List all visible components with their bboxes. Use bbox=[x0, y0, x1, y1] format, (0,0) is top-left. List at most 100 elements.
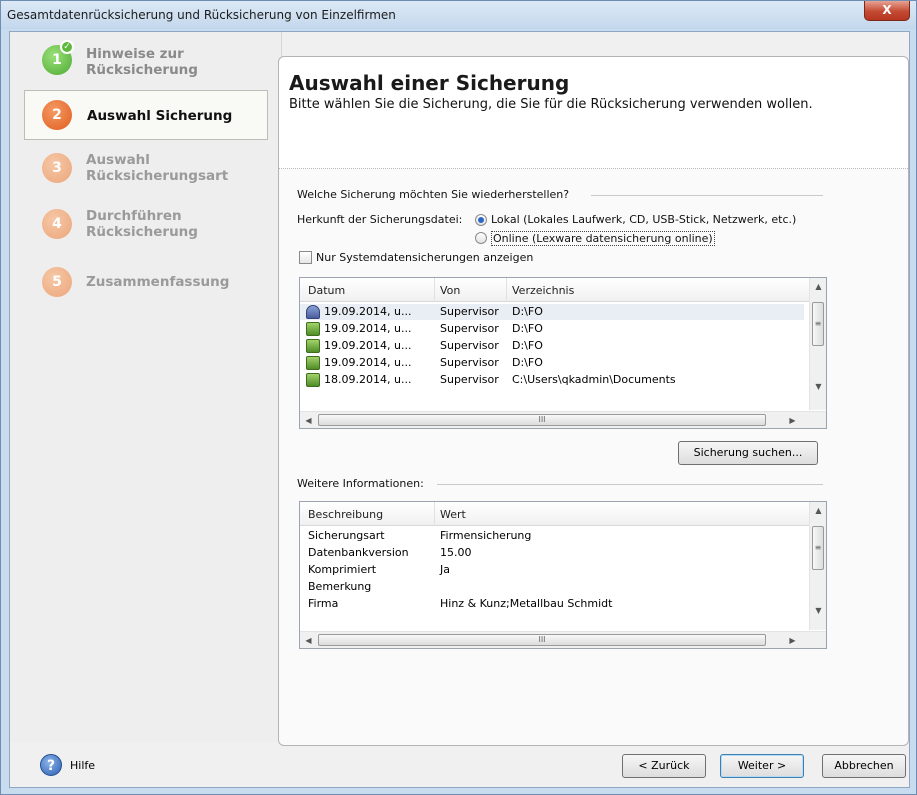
step-label: Durchführen Rücksicherung bbox=[86, 208, 198, 240]
backup-row[interactable]: 19.09.2014, u... Supervisor D:\FO bbox=[300, 304, 804, 320]
scroll-thumb[interactable]: III bbox=[318, 634, 766, 646]
backup-row[interactable]: 19.09.2014, u... Supervisor D:\FO bbox=[300, 338, 804, 354]
cell-datum: 19.09.2014, u... bbox=[324, 339, 412, 352]
step-label: Zusammenfassung bbox=[86, 274, 230, 290]
details-vertical-scrollbar[interactable]: ▲ ≡ ▼ bbox=[809, 502, 826, 630]
radio-online-label[interactable]: Online (Lexware datensicherung online) bbox=[491, 231, 715, 246]
step-number-badge: 4 bbox=[42, 209, 72, 239]
page-subtitle: Bitte wählen Sie die Sicherung, die Sie … bbox=[289, 97, 813, 112]
company-backup-icon bbox=[306, 373, 320, 387]
scroll-left-icon[interactable]: ◀ bbox=[300, 412, 317, 428]
backup-row[interactable]: 19.09.2014, u... Supervisor D:\FO bbox=[300, 321, 804, 337]
column-header-wert[interactable]: Wert bbox=[440, 508, 466, 521]
radio-lokal-label[interactable]: Lokal (Lokales Laufwerk, CD, USB-Stick, … bbox=[491, 213, 796, 226]
company-backup-icon bbox=[306, 356, 320, 370]
scroll-down-icon[interactable]: ▼ bbox=[810, 602, 826, 619]
scroll-up-icon[interactable]: ▲ bbox=[810, 278, 826, 295]
details-row[interactable]: Firma Hinz & Kunz;Metallbau Schmidt bbox=[300, 596, 804, 612]
details-list-header: Beschreibung Wert bbox=[300, 502, 826, 526]
content-panel: Auswahl einer Sicherung Bitte wählen Sie… bbox=[278, 56, 909, 746]
title-bar: Gesamtdatenrücksicherung und Rücksicheru… bbox=[1, 1, 916, 29]
content-header: Auswahl einer Sicherung Bitte wählen Sie… bbox=[279, 57, 908, 169]
cell-verzeichnis: D:\FO bbox=[512, 356, 543, 369]
backups-horizontal-scrollbar[interactable]: ◀ III ▶ bbox=[300, 411, 826, 428]
cell-wert: 15.00 bbox=[440, 546, 472, 559]
cell-verzeichnis: D:\FO bbox=[512, 322, 543, 335]
company-backup-icon bbox=[306, 339, 320, 353]
cell-von: Supervisor bbox=[440, 322, 499, 335]
backup-question-label: Welche Sicherung möchten Sie wiederherst… bbox=[297, 188, 570, 201]
cell-datum: 18.09.2014, u... bbox=[324, 373, 412, 386]
scroll-left-icon[interactable]: ◀ bbox=[300, 632, 317, 648]
step-label: Auswahl Sicherung bbox=[87, 108, 233, 124]
cell-datum: 19.09.2014, u... bbox=[324, 356, 412, 369]
company-backup-icon bbox=[306, 322, 320, 336]
details-row[interactable]: Komprimiert Ja bbox=[300, 562, 804, 578]
radio-online[interactable] bbox=[475, 232, 487, 244]
details-row[interactable]: Bemerkung bbox=[300, 579, 804, 595]
search-backup-button[interactable]: Sicherung suchen... bbox=[678, 441, 818, 465]
cell-von: Supervisor bbox=[440, 305, 499, 318]
scroll-up-icon[interactable]: ▲ bbox=[810, 502, 826, 519]
details-row[interactable]: Sicherungsart Firmensicherung bbox=[300, 528, 804, 544]
next-button[interactable]: Weiter > bbox=[720, 754, 804, 778]
source-label: Herkunft der Sicherungsdatei: bbox=[297, 213, 463, 226]
scroll-down-icon[interactable]: ▼ bbox=[810, 378, 826, 395]
dialog-window: Gesamtdatenrücksicherung und Rücksicheru… bbox=[0, 0, 917, 795]
cell-verzeichnis: D:\FO bbox=[512, 339, 543, 352]
cell-wert: Hinz & Kunz;Metallbau Schmidt bbox=[440, 597, 613, 610]
column-header-von[interactable]: Von bbox=[440, 284, 460, 297]
system-backups-only-checkbox[interactable] bbox=[299, 251, 312, 264]
scroll-right-icon[interactable]: ▶ bbox=[784, 632, 801, 648]
details-row[interactable]: Datenbankversion 15.00 bbox=[300, 545, 804, 561]
section-divider bbox=[591, 195, 823, 196]
cell-von: Supervisor bbox=[440, 356, 499, 369]
window-title: Gesamtdatenrücksicherung und Rücksicheru… bbox=[7, 8, 396, 22]
column-header-datum[interactable]: Datum bbox=[308, 284, 345, 297]
step-auswahl-sicherung[interactable]: 2 Auswahl Sicherung bbox=[24, 90, 268, 140]
backup-row[interactable]: 18.09.2014, u... Supervisor C:\Users\qka… bbox=[300, 372, 804, 388]
backups-vertical-scrollbar[interactable]: ▲ ≡ ▼ bbox=[809, 278, 826, 410]
step-zusammenfassung[interactable]: 5 Zusammenfassung bbox=[24, 260, 268, 310]
scroll-thumb[interactable]: III bbox=[318, 414, 766, 426]
cell-beschreibung: Sicherungsart bbox=[308, 529, 385, 542]
details-horizontal-scrollbar[interactable]: ◀ III ▶ bbox=[300, 631, 826, 648]
column-header-verzeichnis[interactable]: Verzeichnis bbox=[512, 284, 574, 297]
step-label: Hinweise zur Rücksicherung bbox=[86, 46, 198, 78]
backups-list-header: Datum Von Verzeichnis bbox=[300, 278, 826, 302]
details-section-label: Weitere Informationen: bbox=[297, 477, 424, 490]
details-list[interactable]: Beschreibung Wert Sicherungsart Firmensi… bbox=[299, 501, 827, 649]
section-divider bbox=[437, 484, 823, 485]
step-hinweise[interactable]: 1 ✓ Hinweise zur Rücksicherung bbox=[24, 38, 268, 88]
backup-row[interactable]: 19.09.2014, u... Supervisor D:\FO bbox=[300, 355, 804, 371]
cell-beschreibung: Datenbankversion bbox=[308, 546, 409, 559]
step-auswahl-ruecksicherungsart[interactable]: 3 Auswahl Rücksicherungsart bbox=[24, 146, 268, 196]
scroll-thumb[interactable]: ≡ bbox=[812, 302, 824, 346]
cell-beschreibung: Komprimiert bbox=[308, 563, 377, 576]
radio-lokal[interactable] bbox=[475, 214, 487, 226]
cell-beschreibung: Firma bbox=[308, 597, 339, 610]
step-number-badge: 5 bbox=[42, 267, 72, 297]
system-backup-icon bbox=[306, 305, 320, 319]
cancel-button[interactable]: Abbrechen bbox=[822, 754, 906, 778]
column-header-beschreibung[interactable]: Beschreibung bbox=[308, 508, 383, 521]
cell-verzeichnis: D:\FO bbox=[512, 305, 543, 318]
step-number-badge: 2 bbox=[42, 100, 72, 130]
close-button[interactable]: X bbox=[864, 1, 910, 21]
system-backups-only-label[interactable]: Nur Systemdatensicherungen anzeigen bbox=[316, 251, 533, 264]
scroll-thumb[interactable]: ≡ bbox=[812, 526, 824, 570]
step-durchfuehren[interactable]: 4 Durchführen Rücksicherung bbox=[24, 202, 268, 252]
backups-list[interactable]: Datum Von Verzeichnis 19.09.2014, u... S… bbox=[299, 277, 827, 429]
help-link[interactable]: Hilfe bbox=[70, 759, 95, 772]
page-title: Auswahl einer Sicherung bbox=[289, 71, 570, 95]
column-separator bbox=[434, 502, 435, 526]
help-icon[interactable]: ? bbox=[40, 754, 62, 776]
checkmark-icon: ✓ bbox=[60, 40, 74, 54]
step-label: Auswahl Rücksicherungsart bbox=[86, 152, 229, 184]
cell-von: Supervisor bbox=[440, 373, 499, 386]
dialog-footer: ? Hilfe < Zurück Weiter > Abbrechen bbox=[10, 744, 909, 788]
column-separator bbox=[434, 278, 435, 302]
back-button[interactable]: < Zurück bbox=[622, 754, 706, 778]
cell-wert: Ja bbox=[440, 563, 450, 576]
scroll-right-icon[interactable]: ▶ bbox=[784, 412, 801, 428]
